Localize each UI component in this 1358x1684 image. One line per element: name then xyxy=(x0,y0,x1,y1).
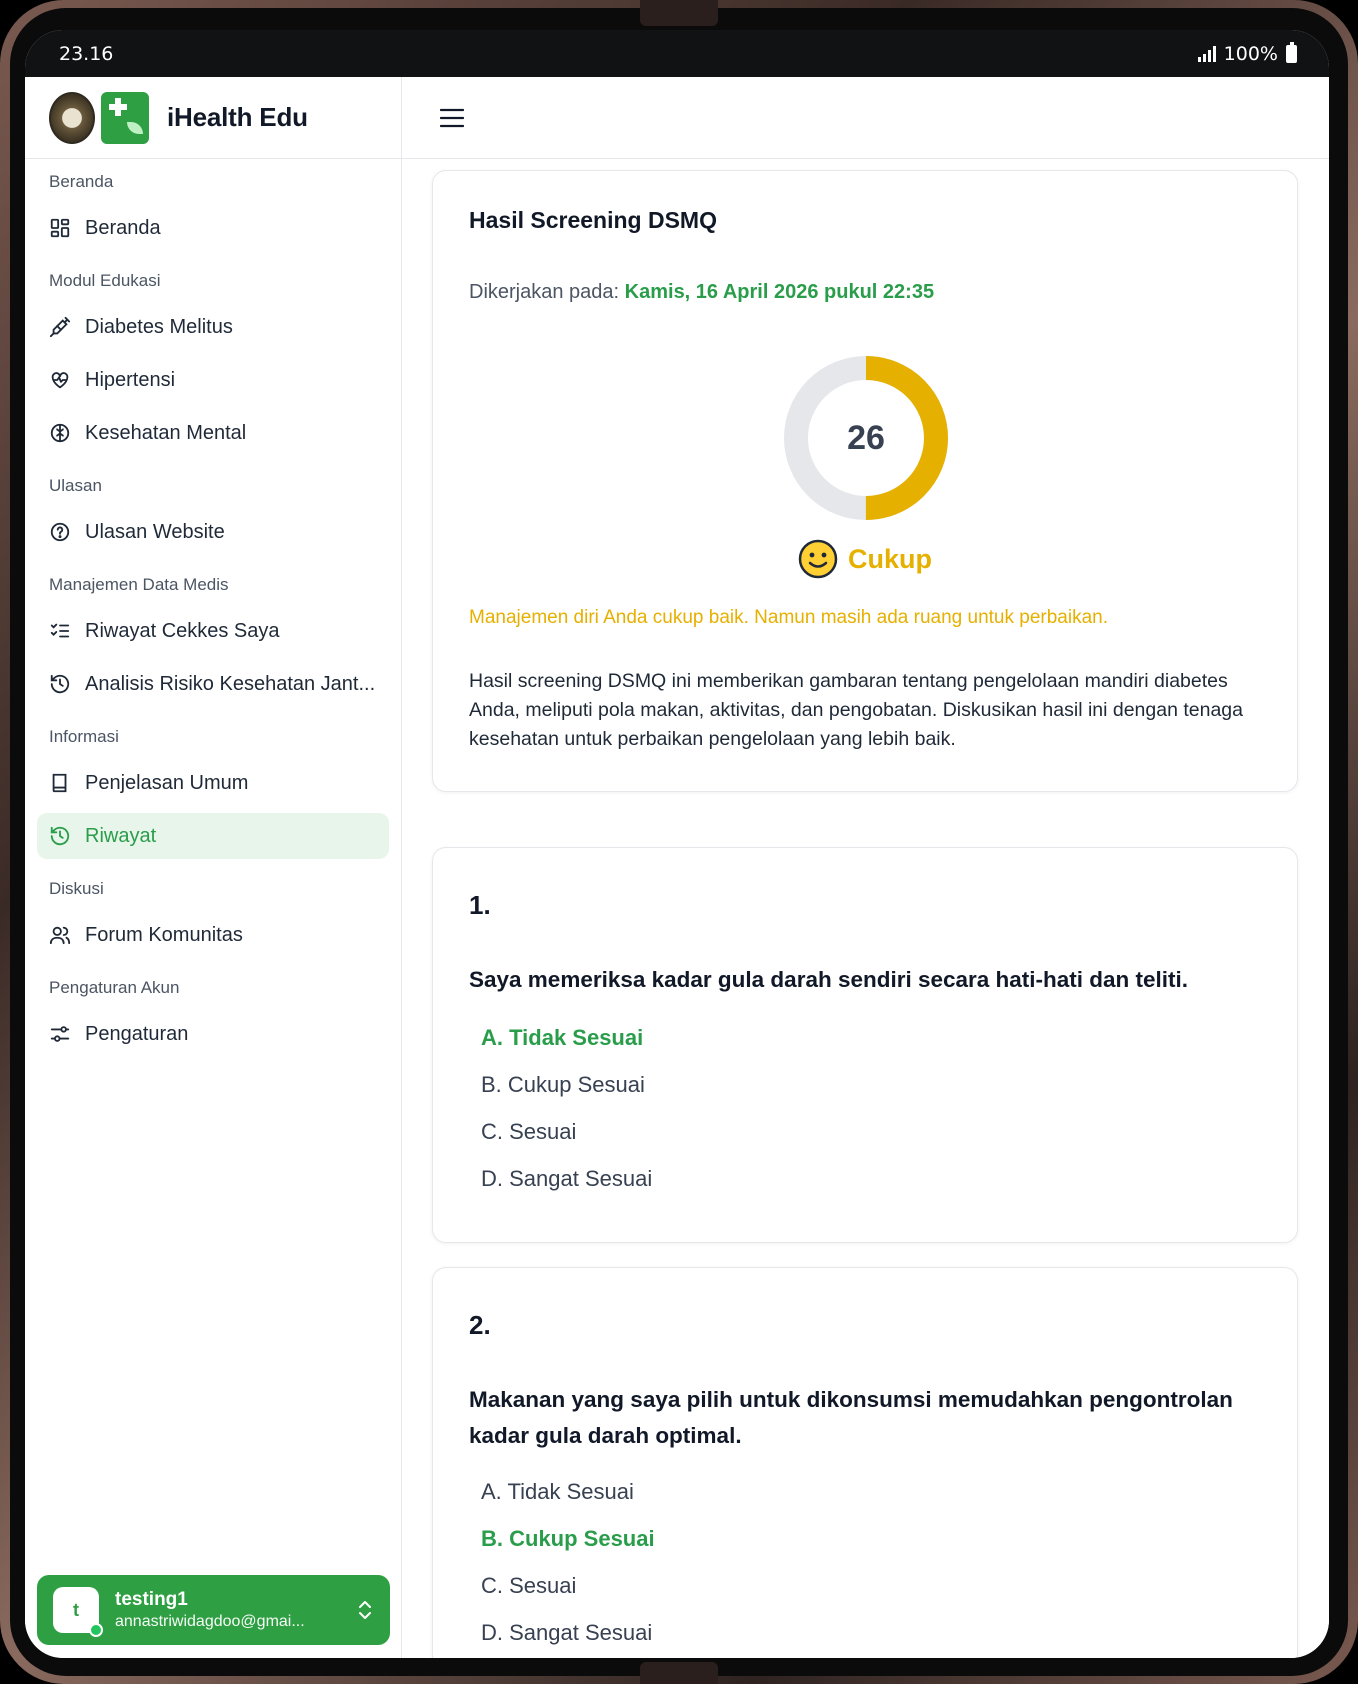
nav-section-title: Beranda xyxy=(49,172,114,191)
top-bar xyxy=(402,77,1329,159)
answer-option: D. Sangat Sesuai xyxy=(481,1166,653,1191)
answer-options: A. Tidak Sesuai B. Cukup Sesuai C. Sesuai D… xyxy=(481,1014,652,1202)
result-title: Hasil Screening DSMQ xyxy=(469,207,717,233)
sidebar-item-kesehatan-mental[interactable]: Kesehatan Mental xyxy=(37,410,389,456)
answer-options: A. Tidak Sesuai B. Cukup Sesuai C. Sesuai D… xyxy=(481,1468,655,1656)
sidebar-item-diabetes-melitus[interactable]: Diabetes Melitus xyxy=(37,304,389,350)
answer-option: A. Tidak Sesuai xyxy=(481,1479,634,1504)
menu-toggle-button[interactable] xyxy=(438,104,466,132)
score-value: 26 xyxy=(847,418,885,457)
answer-option: C. Sesuai xyxy=(481,1573,577,1598)
device-frame: 23.16 100% iHealth Edu Beranda Beranda Mod… xyxy=(0,0,1358,1684)
sidebar-item-riwayat-cekkes-saya[interactable]: Riwayat Cekkes Saya xyxy=(37,608,389,654)
signal-icon xyxy=(1197,45,1216,62)
main-content: Hasil Screening DSMQ Dikerjakan pada: Ka… xyxy=(402,77,1329,1658)
question-card: 1. Saya memeriksa kadar gula darah sendi… xyxy=(432,847,1298,1243)
battery-icon xyxy=(1286,41,1297,63)
settings-sliders-icon xyxy=(49,1023,71,1045)
smiley-face-icon xyxy=(798,539,838,579)
history-icon xyxy=(49,673,71,695)
brand-title: iHealth Edu xyxy=(167,102,308,132)
nav-section-title: Informasi xyxy=(49,727,119,746)
help-circle-icon xyxy=(49,521,71,543)
completed-at-date: Kamis, 16 April 2026 pukul 22:35 xyxy=(624,281,935,303)
score-donut: 26 xyxy=(783,355,949,521)
answer-option: D. Sangat Sesuai xyxy=(481,1620,653,1645)
sidebar-item-ulasan-website[interactable]: Ulasan Website xyxy=(37,509,389,555)
grade-label: Cukup xyxy=(848,543,932,574)
sidebar-item-hipertensi[interactable]: Hipertensi xyxy=(37,357,389,403)
book-icon xyxy=(49,772,71,794)
sidebar-item-label: Riwayat xyxy=(85,824,157,847)
university-seal-logo xyxy=(49,91,95,144)
user-info: testing1 annastriwidagdoo@gmai... xyxy=(115,1589,340,1631)
avatar-initial: t xyxy=(73,1599,79,1620)
user-email: annastriwidagdoo@gmai... xyxy=(115,1613,305,1630)
sidebar-item-pengaturan[interactable]: Pengaturan xyxy=(37,1011,389,1057)
users-icon xyxy=(49,924,71,946)
answer-option: C. Sesuai xyxy=(481,1119,577,1144)
sidebar-item-label: Forum Komunitas xyxy=(85,923,243,946)
hinge-bottom xyxy=(640,1662,718,1684)
status-indicators: 100% xyxy=(1197,41,1297,65)
checklist-icon xyxy=(49,620,71,642)
history-icon xyxy=(49,825,71,847)
sidebar-item-label: Ulasan Website xyxy=(85,520,225,543)
hinge-top xyxy=(640,0,718,26)
answer-option: A. Tidak Sesuai xyxy=(481,1025,644,1050)
user-name: testing1 xyxy=(115,1589,188,1610)
grade-message: Manajemen diri Anda cukup baik. Namun ma… xyxy=(469,607,1108,628)
status-bar: 23.16 100% xyxy=(25,30,1329,77)
ihealth-logo xyxy=(101,91,149,144)
grade-row: Cukup xyxy=(433,539,1297,579)
sidebar-item-riwayat[interactable]: Riwayat xyxy=(37,813,389,859)
heart-pulse-icon xyxy=(49,369,71,391)
question-card: 2. Makanan yang saya pilih untuk dikonsu… xyxy=(432,1267,1298,1658)
nav-section-title: Pengaturan Akun xyxy=(49,978,180,997)
sidebar: iHealth Edu Beranda Beranda Modul Edukasi D… xyxy=(25,77,402,1658)
result-description: Hasil screening DSMQ ini memberikan gamb… xyxy=(469,670,1244,750)
chevron-up-down-icon xyxy=(359,1601,371,1619)
nav-section-title: Manajemen Data Medis xyxy=(49,575,229,594)
sidebar-item-label: Beranda xyxy=(85,216,161,239)
screen: 23.16 100% iHealth Edu Beranda Beranda Mod… xyxy=(25,30,1329,1658)
sidebar-item-label: Pengaturan xyxy=(85,1022,189,1045)
syringe-icon xyxy=(49,316,71,338)
sidebar-item-analisis-risiko-kesehatan-jant[interactable]: Analisis Risiko Kesehatan Jant... xyxy=(37,661,389,707)
nav-section-title: Diskusi xyxy=(49,879,104,898)
completed-at-label: Dikerjakan pada: xyxy=(469,281,620,303)
sidebar-item-label: Analisis Risiko Kesehatan Jant... xyxy=(85,672,376,695)
dashboard-icon xyxy=(49,217,71,239)
answer-option: B. Cukup Sesuai xyxy=(481,1526,655,1551)
online-status-dot xyxy=(89,1623,103,1637)
question-text: Saya memeriksa kadar gula darah sendiri … xyxy=(469,967,1189,992)
screening-result-card: Hasil Screening DSMQ Dikerjakan pada: Ka… xyxy=(432,170,1298,792)
status-time: 23.16 xyxy=(59,42,114,65)
sidebar-item-beranda[interactable]: Beranda xyxy=(37,205,389,251)
question-text: Makanan yang saya pilih untuk dikonsumsi… xyxy=(469,1387,1233,1448)
nav-section-title: Ulasan xyxy=(49,476,102,495)
sidebar-nav: Beranda Beranda Modul Edukasi Diabetes Meli… xyxy=(25,159,401,1057)
battery-percent: 100% xyxy=(1223,42,1278,65)
sidebar-item-label: Hipertensi xyxy=(85,368,176,391)
sidebar-item-label: Diabetes Melitus xyxy=(85,315,233,338)
avatar: t xyxy=(53,1587,103,1637)
brain-icon xyxy=(49,422,71,444)
sidebar-item-penjelasan-umum[interactable]: Penjelasan Umum xyxy=(37,760,389,806)
question-number: 2. xyxy=(469,1310,491,1340)
nav-section-title: Modul Edukasi xyxy=(49,271,161,290)
answer-option: B. Cukup Sesuai xyxy=(481,1072,645,1097)
sidebar-item-label: Kesehatan Mental xyxy=(85,421,247,444)
completed-at: Dikerjakan pada: Kamis, 16 April 2026 pu… xyxy=(469,281,934,304)
user-menu[interactable]: t testing1 annastriwidagdoo@gmai... xyxy=(37,1575,390,1645)
sidebar-item-label: Penjelasan Umum xyxy=(85,771,249,794)
sidebar-item-label: Riwayat Cekkes Saya xyxy=(85,619,280,642)
sidebar-item-forum-komunitas[interactable]: Forum Komunitas xyxy=(37,912,389,958)
question-number: 1. xyxy=(469,890,491,920)
brand[interactable]: iHealth Edu xyxy=(25,77,401,159)
hamburger-icon xyxy=(440,108,464,127)
